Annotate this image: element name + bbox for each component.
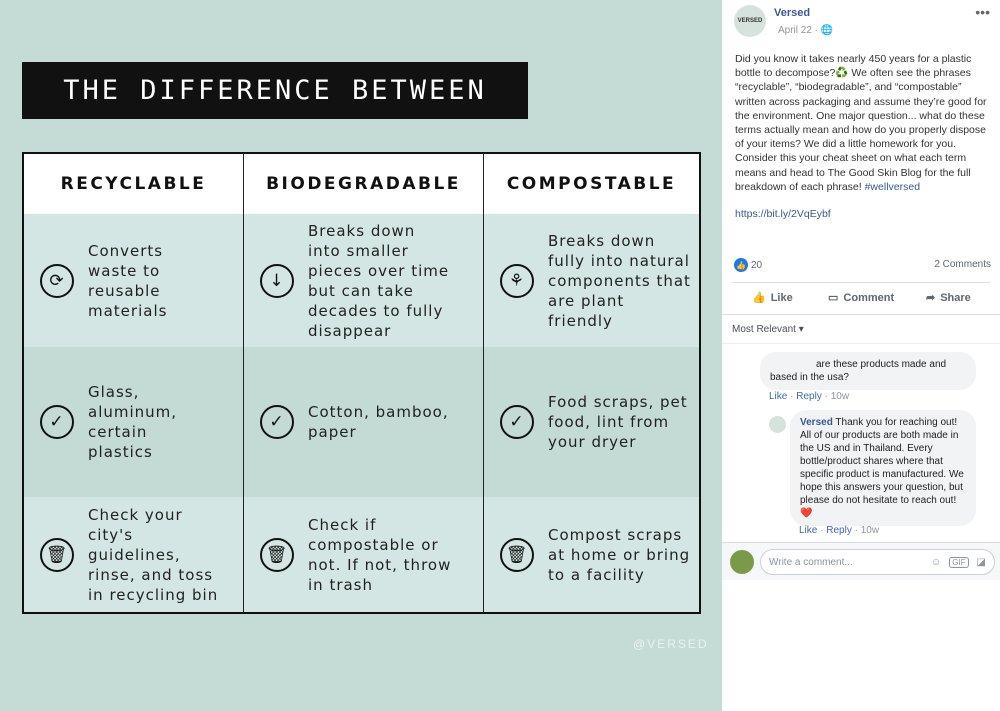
user-avatar[interactable] [730,550,754,574]
table-cell: 🗑 Check your city's guidelines, rinse, an… [24,497,244,612]
reply-author[interactable]: Versed [800,417,833,428]
speech-bubble-icon: ▭ [828,292,839,304]
globe-icon: 🌐 [820,25,834,36]
comments-count[interactable]: 2 Comments [934,259,991,270]
share-arrow-icon: ➦ [926,292,936,304]
table-cell: ✓ Food scraps, pet food, lint from your d… [484,347,699,497]
soil-arrow-icon: ↓ [260,263,294,298]
comment-time: 10w [830,391,850,402]
table-cell: ⚘ Breaks down fully into natural componen… [484,214,699,347]
comment-reply-link[interactable]: Reply [796,391,822,402]
reaction-count[interactable]: 👍 20 [734,258,762,272]
page-avatar[interactable]: VERSED [734,5,766,37]
reply-avatar[interactable] [769,416,786,433]
comment-button[interactable]: ▭ Comment [828,291,894,305]
comment-input[interactable]: Write a comment... ☺ GIF ◪ [760,549,995,575]
column-header: COMPOSTABLE [484,154,699,214]
trash-can-icon: 🗑 [40,537,74,572]
trash-can-icon: 🗑 [500,537,534,572]
gif-icon[interactable]: GIF [949,556,969,568]
column-header: RECYCLABLE [24,154,244,214]
reply-time: 10w [860,525,880,536]
table-cell: ↓ Breaks down into smaller pieces over ti… [244,214,484,347]
checkmark-icon: ✓ [260,405,294,439]
reply-like-link[interactable]: Like [799,525,817,536]
post-text: Did you know it takes nearly 450 years f… [735,53,987,193]
column-header: BIODEGRADABLE [244,154,484,214]
sticker-icon[interactable]: ◪ [977,557,986,568]
more-options-icon[interactable]: ••• [975,4,990,20]
image-title: THE DIFFERENCE BETWEEN [22,62,528,119]
share-button[interactable]: ➦ Share [926,291,971,305]
table-cell: ✓ Glass, aluminum, certain plastics [24,347,244,497]
thumbs-up-icon: 👍 [752,292,766,304]
checkmark-icon: ✓ [40,405,74,439]
table-cell: ⟳ Converts waste to reusable materials [24,214,244,347]
comment-bubble: are these products made and based in the… [760,352,976,390]
like-reaction-icon: 👍 [734,258,748,272]
emoji-icon[interactable]: ☺ [931,557,941,568]
post-sidebar: VERSED Versed April 22 · 🌐 ••• Did you k… [722,0,1000,711]
hashtag-link[interactable]: #wellversed [865,181,920,193]
table-cell: 🗑 Check if compostable or not. If not, th… [244,497,484,612]
sort-dropdown[interactable]: Most Relevant ▾ [732,324,804,335]
post-image[interactable]: THE DIFFERENCE BETWEEN RECYCLABLE BIODEG… [0,0,722,711]
sprout-icon: ⚘ [500,263,534,298]
watermark: @VERSED [633,637,709,651]
post-date[interactable]: April 22 [778,25,812,36]
trash-can-icon: 🗑 [260,537,294,572]
checkmark-icon: ✓ [500,405,534,439]
heart-emoji: ❤️ [800,508,813,519]
table-cell: 🗑 Compost scraps at home or bring to a fa… [484,497,699,612]
recycle-arrows-icon: ⟳ [40,263,74,298]
reply-reply-link[interactable]: Reply [826,525,852,536]
like-button[interactable]: 👍 Like [752,291,793,305]
table-cell: ✓ Cotton, bamboo, paper [244,347,484,497]
reply-bubble: Versed Thank you for reaching out! All o… [790,410,976,526]
comparison-table: RECYCLABLE BIODEGRADABLE COMPOSTABLE ⟳ Co… [22,152,701,614]
post-link[interactable]: https://bit.ly/2VqEybf [735,208,831,220]
page-name[interactable]: Versed [774,7,810,19]
comment-like-link[interactable]: Like [769,391,787,402]
